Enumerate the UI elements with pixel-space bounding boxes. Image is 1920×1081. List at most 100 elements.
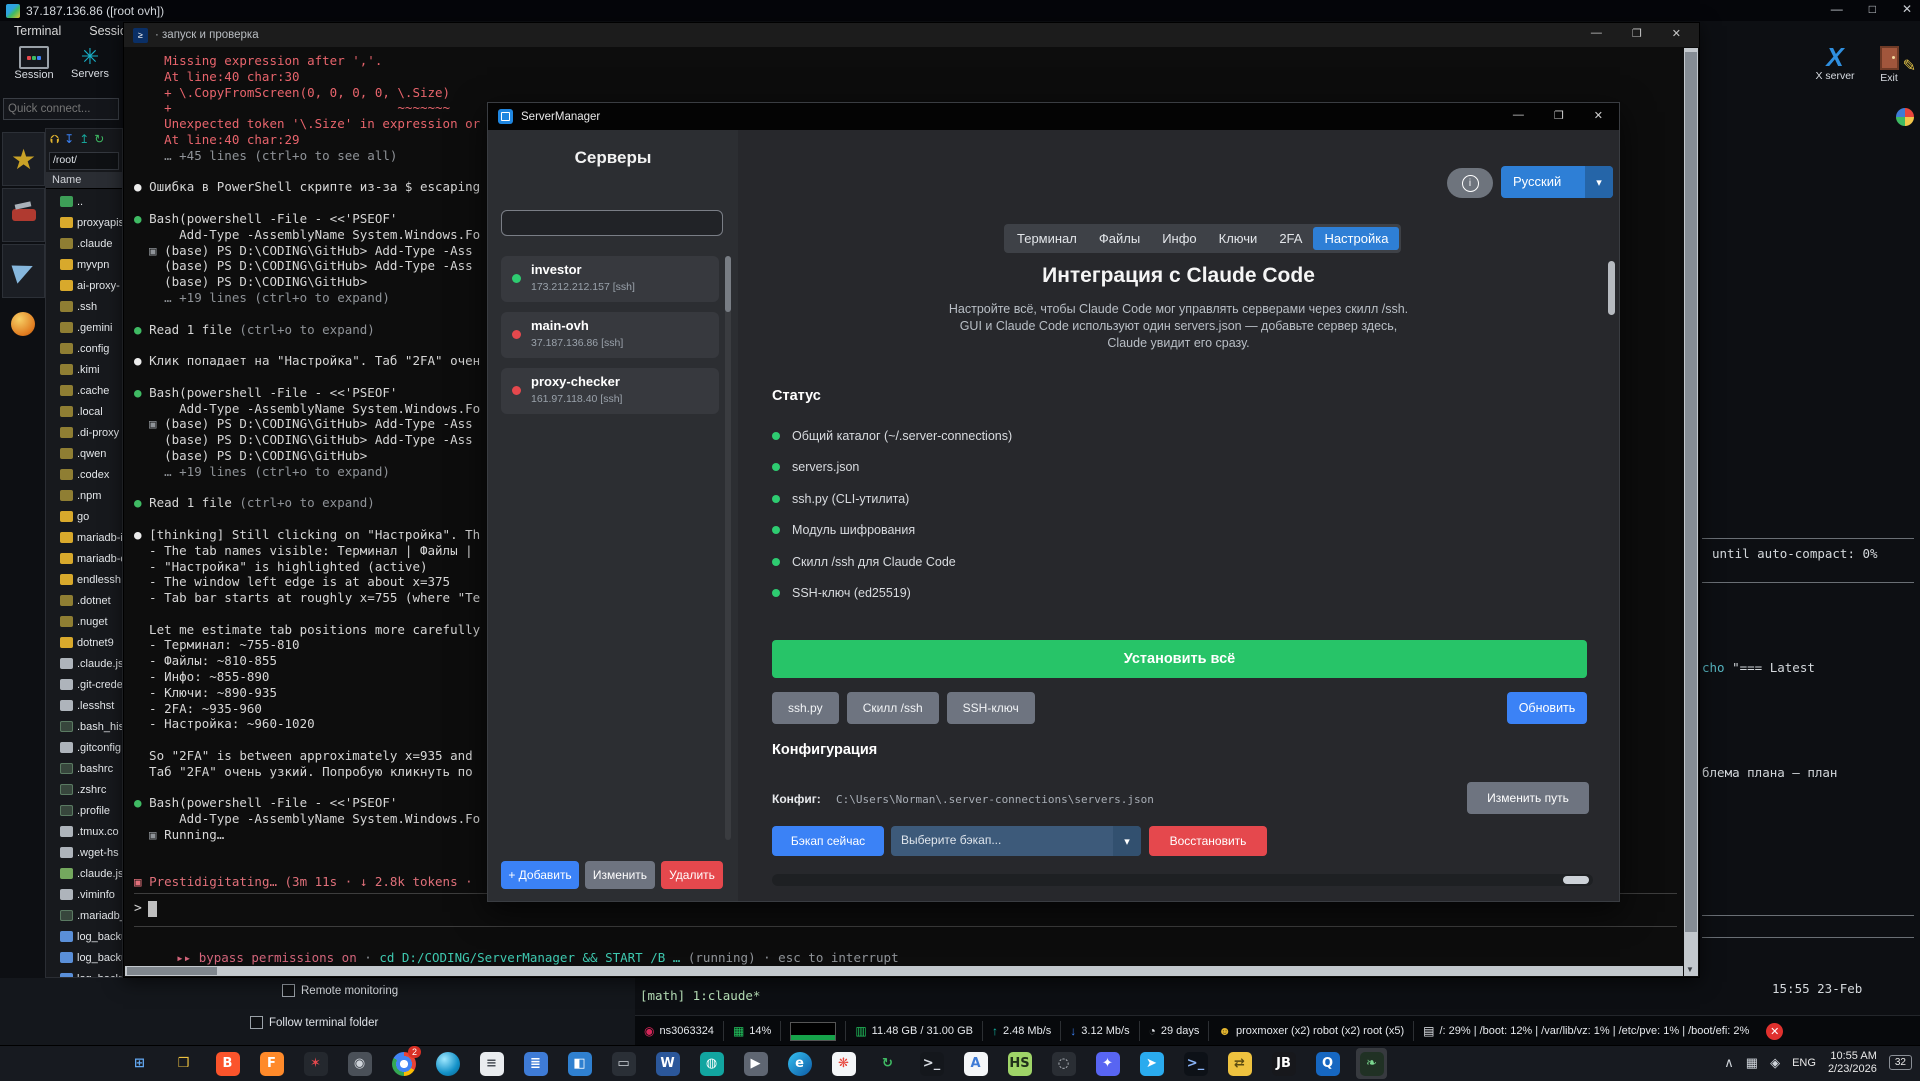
refresh-icon[interactable]: ↻	[94, 132, 104, 147]
file-item[interactable]: .local	[46, 401, 122, 422]
file-item[interactable]: .claude.js	[46, 863, 122, 884]
file-item[interactable]: .di-proxy	[46, 422, 122, 443]
palette-icon[interactable]	[1896, 108, 1914, 126]
file-item[interactable]: .dotnet	[46, 590, 122, 611]
terminal-close-button[interactable]: ✕	[1672, 27, 1681, 40]
sm-horizontal-scrollbar[interactable]	[772, 874, 1593, 886]
taskbar-windows-terminal-icon[interactable]: >_	[1180, 1048, 1211, 1079]
server-card[interactable]: proxy-checker161.97.118.40 [ssh]	[501, 368, 719, 414]
file-item[interactable]: .codex	[46, 464, 122, 485]
taskbar-teal-app-icon[interactable]: ◍	[696, 1048, 727, 1079]
taskbar-file-explorer-icon[interactable]: ❒	[168, 1048, 199, 1079]
taskbar-ring-app-icon[interactable]: ◌	[1048, 1048, 1079, 1079]
edit-server-button[interactable]: Изменить	[585, 861, 655, 889]
scrollbar-thumb[interactable]	[1685, 52, 1697, 932]
file-item[interactable]: log_backu	[46, 968, 122, 977]
horizontal-scrollbar[interactable]	[125, 966, 1683, 976]
taskbar-brave-icon[interactable]: B	[212, 1048, 243, 1079]
delete-server-button[interactable]: Удалить	[661, 861, 723, 889]
tab-Терминал[interactable]: Терминал	[1006, 227, 1088, 250]
app-minimize-button[interactable]: —	[1831, 2, 1843, 16]
input-language-indicator[interactable]: ENG	[1792, 1057, 1816, 1069]
file-item[interactable]: go	[46, 506, 122, 527]
install-all-button[interactable]: Установить всё	[772, 640, 1587, 678]
taskbar-chrome-icon[interactable]: 2	[388, 1048, 419, 1079]
folder-up-icon[interactable]: ⮉	[50, 132, 59, 147]
server-search-input[interactable]	[501, 210, 723, 236]
file-item[interactable]: myvpn	[46, 254, 122, 275]
taskbar-document-app-icon[interactable]: ≣	[520, 1048, 551, 1079]
file-item[interactable]: .qwen	[46, 443, 122, 464]
taskbar-terminal-app-icon[interactable]: >_	[916, 1048, 947, 1079]
taskbar-atom-app-icon[interactable]: ✶	[300, 1048, 331, 1079]
taskbar-heidisql-icon[interactable]: HS	[1004, 1048, 1035, 1079]
taskbar-sphere-app-icon[interactable]	[432, 1048, 463, 1079]
pencil-icon[interactable]: ✎	[1903, 56, 1916, 76]
tab-Настройка[interactable]: Настройка	[1313, 227, 1399, 250]
taskbar-chat-app-icon[interactable]: ✦	[1092, 1048, 1123, 1079]
refresh-button[interactable]: Обновить	[1507, 692, 1587, 724]
backup-now-button[interactable]: Бэкап сейчас	[772, 826, 884, 856]
taskbar-notepad-icon[interactable]: ≡	[476, 1048, 507, 1079]
taskbar-jetbrains-icon[interactable]: JB	[1268, 1048, 1299, 1079]
file-item[interactable]: mariadb-c	[46, 548, 122, 569]
quick-connect-input[interactable]	[3, 98, 119, 120]
x-server-button[interactable]: X X server	[1806, 44, 1864, 82]
taskbar-quick-app-icon[interactable]: Q	[1312, 1048, 1343, 1079]
globe-icon[interactable]	[11, 312, 35, 336]
tray-volume-icon[interactable]: ◈	[1770, 1055, 1780, 1071]
taskbar-recycle-app-icon[interactable]: ↻	[872, 1048, 903, 1079]
component-chip-button[interactable]: SSH-ключ	[947, 692, 1035, 724]
add-server-button[interactable]: + Добавить	[501, 861, 579, 889]
component-chip-button[interactable]: ssh.py	[772, 692, 839, 724]
file-item[interactable]: .zshrc	[46, 779, 122, 800]
taskbar-folder-sync-icon[interactable]: ⇄	[1224, 1048, 1255, 1079]
file-item[interactable]: .kimi	[46, 359, 122, 380]
vertical-scrollbar[interactable]: ▼	[1684, 48, 1698, 976]
taskbar-telegram-icon[interactable]: ➤	[1136, 1048, 1167, 1079]
file-item[interactable]: endlessh	[46, 569, 122, 590]
backup-select[interactable]: Выберите бэкап... ▾	[891, 826, 1141, 856]
file-item[interactable]: .gitconfig	[46, 737, 122, 758]
servers-button[interactable]: ✳ Servers	[62, 46, 118, 80]
sm-close-button[interactable]: ✕	[1594, 109, 1603, 122]
file-item[interactable]: .tmux.co	[46, 821, 122, 842]
scroll-down-arrow[interactable]: ▼	[1686, 965, 1694, 974]
file-item[interactable]: .config	[46, 338, 122, 359]
sm-maximize-button[interactable]: ❐	[1554, 109, 1564, 122]
scrollbar-thumb[interactable]	[1563, 876, 1589, 884]
tab-Инфо[interactable]: Инфо	[1151, 227, 1207, 250]
file-item[interactable]: .ssh	[46, 296, 122, 317]
sftp-button[interactable]	[2, 244, 45, 298]
restore-button[interactable]: Восстановить	[1149, 826, 1267, 856]
favorites-button[interactable]: ★	[2, 132, 45, 186]
file-item[interactable]: .git-crede	[46, 674, 122, 695]
tray-app-icon[interactable]: ▦	[1746, 1055, 1758, 1071]
taskbar-word-icon[interactable]: W	[652, 1048, 683, 1079]
terminal-minimize-button[interactable]: —	[1591, 27, 1602, 40]
disconnect-button[interactable]: ✕	[1766, 1023, 1783, 1040]
menu-terminal[interactable]: Terminal	[14, 24, 61, 38]
tools-button[interactable]	[2, 188, 45, 242]
taskbar-wordpad-icon[interactable]: A	[960, 1048, 991, 1079]
file-item[interactable]: proxyapis	[46, 212, 122, 233]
path-input[interactable]: /root/	[49, 152, 119, 170]
taskbar-firefox-icon[interactable]: F	[256, 1048, 287, 1079]
taskbar-leaf-app-icon[interactable]: ❧	[1356, 1048, 1387, 1079]
server-card[interactable]: main-ovh37.187.136.86 [ssh]	[501, 312, 719, 358]
terminal-maximize-button[interactable]: ❐	[1632, 27, 1642, 40]
file-item[interactable]: .cache	[46, 380, 122, 401]
taskbar-clock[interactable]: 10:55 AM 2/23/2026	[1828, 1050, 1877, 1076]
tab-Файлы[interactable]: Файлы	[1088, 227, 1151, 250]
file-item[interactable]: ..	[46, 191, 122, 212]
notification-count-badge[interactable]: 32	[1889, 1055, 1912, 1070]
app-maximize-button[interactable]: □	[1869, 2, 1876, 16]
server-list-scrollbar[interactable]	[725, 256, 731, 840]
file-item[interactable]: .profile	[46, 800, 122, 821]
file-item[interactable]: .bashrc	[46, 758, 122, 779]
sm-vertical-scrollbar[interactable]	[1608, 261, 1615, 315]
file-item[interactable]: .bash_his	[46, 716, 122, 737]
download-icon[interactable]: ↧	[64, 132, 74, 147]
remote-monitoring-checkbox[interactable]: Remote monitoring	[282, 984, 398, 997]
file-item[interactable]: dotnet9	[46, 632, 122, 653]
